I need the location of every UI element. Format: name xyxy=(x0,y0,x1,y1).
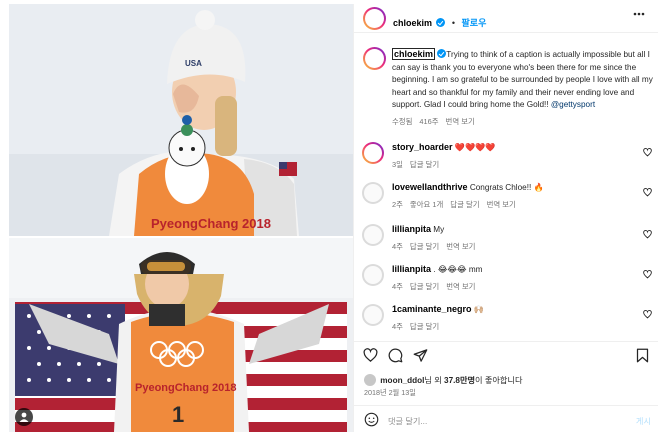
caption-meta: 수정됨 416주 번역 보기 xyxy=(392,116,654,129)
likes-suffix-text: 이 좋아합니다 xyxy=(475,376,523,385)
comment-reply-link[interactable]: 답글 달기 xyxy=(410,322,439,331)
comment-input[interactable]: 댓글 달기... xyxy=(388,415,427,427)
verified-badge-icon xyxy=(437,49,447,58)
post-date[interactable]: 2018년 2월 13일 xyxy=(364,388,416,398)
post-caption: chloekim Trying to think of a caption is… xyxy=(392,48,654,129)
comment-username[interactable]: 1caminante_negro xyxy=(392,304,472,314)
comment-username[interactable]: lillianpita xyxy=(392,264,431,274)
add-comment-bar: 댓글 달기... 게시 xyxy=(354,405,658,432)
comment-translate-link[interactable]: 번역 보기 xyxy=(446,282,475,291)
comment-text: ❤️❤️❤️❤️ xyxy=(454,143,496,152)
comment-text: Congrats Chloe!! 🔥 xyxy=(469,183,544,192)
comment-username[interactable]: story_hoarder xyxy=(392,142,453,152)
heart-icon[interactable] xyxy=(643,310,652,319)
comment-likes[interactable]: 좋아요 1개 xyxy=(410,200,443,209)
comment-time[interactable]: 4주 xyxy=(392,242,403,251)
emoji-icon[interactable] xyxy=(364,412,379,427)
comment-avatar[interactable] xyxy=(362,142,384,164)
comment-avatar[interactable] xyxy=(362,304,384,326)
bookmark-icon[interactable] xyxy=(636,348,649,363)
post-comment-button[interactable]: 게시 xyxy=(636,415,651,427)
heart-icon[interactable] xyxy=(643,270,652,279)
comment-text: 🙌🏼 xyxy=(473,305,485,314)
comment-reply-link[interactable]: 답글 달기 xyxy=(410,160,439,169)
author-avatar[interactable] xyxy=(363,7,386,30)
caption-mention-link[interactable]: @gettysport xyxy=(551,100,595,109)
heart-icon[interactable] xyxy=(643,230,652,239)
author-username[interactable]: chloekim xyxy=(393,18,432,28)
comment-time[interactable]: 4주 xyxy=(392,282,403,291)
comment-reply-link[interactable]: 답글 달기 xyxy=(410,242,439,251)
bib-number: 1 xyxy=(172,402,184,427)
caption-time: 416주 xyxy=(419,116,439,126)
caption-edited: 수정됨 xyxy=(392,116,413,126)
comment-avatar[interactable] xyxy=(362,264,384,286)
likes-middle-text: 님 외 xyxy=(424,376,445,385)
caption-username[interactable]: chloekim xyxy=(392,48,436,60)
likes-summary: moon_ddol님 외 37.8만명이 좋아합니다 xyxy=(364,374,523,386)
heart-icon[interactable] xyxy=(363,348,378,363)
comment-time[interactable]: 4주 xyxy=(392,322,403,331)
comment-avatar[interactable] xyxy=(362,182,384,204)
heart-icon[interactable] xyxy=(643,188,652,197)
photo-canvas: PyeongChang 2018 USA PyeongChang 2018 1 xyxy=(9,4,353,432)
hat-text: USA xyxy=(185,59,202,68)
comment-time[interactable]: 2주 xyxy=(392,200,403,209)
liker-avatar[interactable] xyxy=(364,374,376,386)
likes-count[interactable]: 37.8만명 xyxy=(444,376,475,385)
comment-translate-link[interactable]: 번역 보기 xyxy=(446,242,475,251)
comment-translate-link[interactable]: 번역 보기 xyxy=(487,200,516,209)
caption-translate-link[interactable]: 번역 보기 xyxy=(446,117,475,126)
more-icon[interactable] xyxy=(633,12,645,16)
comment-time[interactable]: 3일 xyxy=(392,160,403,169)
comment-avatar[interactable] xyxy=(362,224,384,246)
bottom-banner-text: PyeongChang 2018 xyxy=(135,382,236,394)
liker-username[interactable]: moon_ddol xyxy=(380,376,424,385)
verified-badge-icon xyxy=(436,18,446,27)
follow-button[interactable]: 팔로우 xyxy=(462,18,487,28)
comment-icon[interactable] xyxy=(388,348,403,363)
share-icon[interactable] xyxy=(413,348,428,363)
post-photo[interactable]: PyeongChang 2018 USA PyeongChang 2018 1 xyxy=(9,4,353,432)
comment-reply-link[interactable]: 답글 달기 xyxy=(450,200,479,209)
heart-icon[interactable] xyxy=(643,148,652,157)
comment-reply-link[interactable]: 답글 달기 xyxy=(410,282,439,291)
post-side-panel: chloekim • 팔로우 chloekim Trying to think … xyxy=(353,4,658,432)
post-actions: moon_ddol님 외 37.8만명이 좋아합니다 2018년 2월 13일 … xyxy=(354,341,658,431)
comment-text: . 😂😂😂 mm xyxy=(433,265,483,274)
comment-text: My xyxy=(433,225,445,234)
comment-username[interactable]: lovewellandthrive xyxy=(392,182,468,192)
post-header: chloekim • 팔로우 xyxy=(354,4,658,33)
top-banner-text: PyeongChang 2018 xyxy=(151,216,271,231)
user-tag-icon[interactable] xyxy=(15,408,33,426)
caption-avatar[interactable] xyxy=(363,47,386,70)
comment-username[interactable]: lillianpita xyxy=(392,224,431,234)
